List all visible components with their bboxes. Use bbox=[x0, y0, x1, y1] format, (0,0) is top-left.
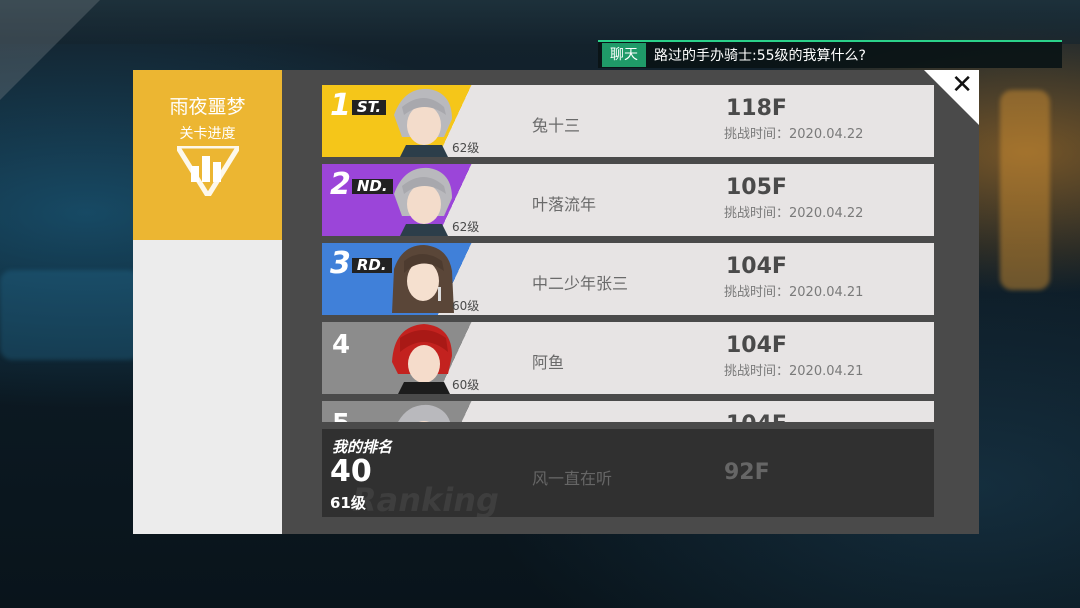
silver-hair-avatar bbox=[398, 404, 451, 422]
background-blur-shape bbox=[1000, 90, 1050, 290]
floor-reached: 105F bbox=[726, 175, 787, 200]
silver-hair-avatar bbox=[394, 167, 452, 236]
leaderboard-row[interactable]: 4 60级 阿鱼 104F 挑战时间：2020.04.21 bbox=[322, 322, 934, 394]
close-icon: ✕ bbox=[951, 70, 973, 100]
sidebar-subtitle: 关卡进度 bbox=[179, 126, 236, 142]
rank-badge: 1 ST. bbox=[330, 91, 387, 121]
player-level: 60级 bbox=[452, 378, 480, 392]
challenge-time: 挑战时间：2020.04.21 bbox=[724, 364, 864, 379]
chat-bar[interactable]: 聊天 路过的手办骑士:55级的我算什么? bbox=[598, 40, 1062, 68]
player-name: 兔十三 bbox=[532, 116, 581, 135]
sidebar-title: 雨夜噩梦 bbox=[169, 96, 246, 118]
ranking-watermark: Ranking bbox=[352, 481, 499, 517]
background-blur-shape bbox=[0, 270, 140, 360]
sidebar: 雨夜噩梦 关卡进度 bbox=[133, 70, 282, 534]
leaderboard-list[interactable]: 1 ST. 62级 兔十三 118F 挑战时间：2020.04.22 2 ND. 6… bbox=[322, 85, 934, 422]
leaderboard-row[interactable]: 5 104F bbox=[322, 401, 934, 422]
my-player-name: 风一直在听 bbox=[532, 469, 613, 488]
challenge-time: 挑战时间：2020.04.21 bbox=[724, 285, 864, 300]
progress-chart-icon bbox=[177, 146, 239, 196]
player-level: 62级 bbox=[452, 220, 480, 234]
my-floor-reached: 92F bbox=[724, 460, 770, 485]
leaderboard-panel: 雨夜噩梦 关卡进度 ✕ 1 ST. 62级 兔十三 118F 挑战时间：2020… bbox=[133, 70, 979, 534]
player-level: 62级 bbox=[452, 141, 480, 155]
rank-number: 4 bbox=[332, 330, 351, 360]
player-name: 中二少年张三 bbox=[532, 274, 629, 293]
player-level: 60级 bbox=[452, 299, 480, 313]
my-level: 61级 bbox=[330, 494, 366, 512]
player-name: 阿鱼 bbox=[532, 353, 565, 372]
red-hair-avatar bbox=[392, 324, 452, 394]
floor-reached: 104F bbox=[726, 333, 787, 358]
top-bar-background bbox=[0, 0, 1080, 44]
chat-tag: 聊天 bbox=[602, 43, 646, 67]
chat-message: 路过的手办骑士:55级的我算什么? bbox=[654, 48, 866, 64]
rank-number: 5 bbox=[332, 409, 350, 422]
challenge-time: 挑战时间：2020.04.22 bbox=[724, 127, 864, 142]
floor-reached: 104F bbox=[726, 412, 787, 422]
sidebar-tab-stage-progress[interactable]: 雨夜噩梦 关卡进度 bbox=[133, 70, 282, 240]
player-name: 叶落流年 bbox=[532, 195, 597, 214]
challenge-time: 挑战时间：2020.04.22 bbox=[724, 206, 864, 221]
my-rank-bar: Ranking 我的排名 40 61级 风一直在听 92F bbox=[322, 429, 934, 517]
floor-reached: 118F bbox=[726, 96, 787, 121]
leaderboard-row[interactable]: 1 ST. 62级 兔十三 118F 挑战时间：2020.04.22 bbox=[322, 85, 934, 157]
floor-reached: 104F bbox=[726, 254, 787, 279]
rank-badge: 3 RD. bbox=[330, 249, 392, 279]
leaderboard-row[interactable]: 3 RD. 60级 中二少年张三 104F 挑战时间：2020.04.21 bbox=[322, 243, 934, 315]
silver-hair-avatar bbox=[394, 88, 452, 157]
my-rank-number: 40 bbox=[330, 454, 372, 489]
brown-hair-avatar bbox=[392, 245, 454, 313]
leaderboard-row[interactable]: 2 ND. 62级 叶落流年 105F 挑战时间：2020.04.22 bbox=[322, 164, 934, 236]
